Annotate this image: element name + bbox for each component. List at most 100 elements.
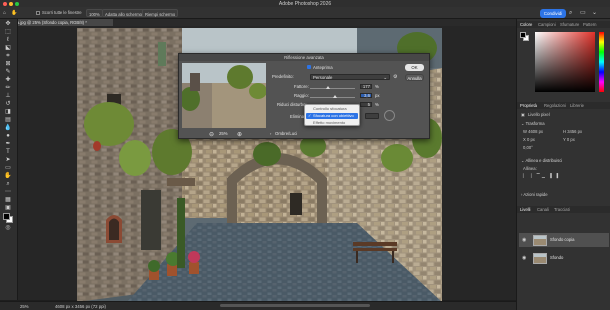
history-brush-icon[interactable]: ↺ xyxy=(3,101,13,108)
edit-toolbar-icon[interactable]: ▦ xyxy=(3,197,13,204)
fit-screen-button[interactable]: Adatta allo schermo xyxy=(102,9,146,17)
gradient-tool-icon[interactable]: ▤ xyxy=(3,117,13,124)
layer-row[interactable]: ◉ Sfondo xyxy=(519,251,609,265)
zoom-in-icon[interactable]: ⊕ xyxy=(237,131,242,138)
chevron-down-icon: ⌄ xyxy=(383,74,387,80)
preview-checkbox[interactable] xyxy=(307,65,311,69)
zoom-100-button[interactable]: 100% xyxy=(86,9,103,17)
tab-properties[interactable]: Proprietà xyxy=(520,103,537,108)
object-selection-tool-icon[interactable]: ⬕ xyxy=(3,45,13,52)
chevron-down-icon[interactable]: ⌄ xyxy=(592,9,597,18)
color-picker-field[interactable] xyxy=(535,32,595,92)
angle-field[interactable] xyxy=(365,113,379,119)
reduce-noise-value[interactable]: 5 xyxy=(360,101,372,107)
angle-dial[interactable] xyxy=(384,110,395,121)
crop-tool-icon[interactable]: ⌗ xyxy=(3,53,13,60)
tools-panel: ✥ ⬚ ℓ ⬕ ⌗ ⊠ ✎ ✚ ✏ ⊥ ↺ ◨ ▤ 💧 ● ✒ T ➤ ▭ ✋ … xyxy=(0,19,18,300)
amount-slider-thumb[interactable] xyxy=(326,86,330,89)
fg-color-chip[interactable] xyxy=(520,32,526,38)
amount-label: Fattore: xyxy=(294,84,309,89)
marquee-tool-icon[interactable]: ⬚ xyxy=(3,29,13,36)
option-gaussian-blur[interactable]: Controllo sfocatura xyxy=(306,106,358,112)
path-selection-tool-icon[interactable]: ➤ xyxy=(3,157,13,164)
horizontal-scrollbar[interactable] xyxy=(220,304,370,307)
pixel-layer-label: Livello pixel xyxy=(528,112,550,117)
layer-row[interactable]: ◉ Sfondo copia xyxy=(519,233,609,247)
preset-gear-icon[interactable]: ⚙ xyxy=(393,74,397,80)
option-lens-blur-label: Sfocatura con obiettivo xyxy=(313,113,354,118)
ok-button[interactable]: OK xyxy=(405,64,424,71)
zoom-out-icon[interactable]: ⊖ xyxy=(209,131,214,138)
healing-tool-icon[interactable]: ✚ xyxy=(3,77,13,84)
title-bar: Adobe Photoshop 2026 xyxy=(0,0,610,7)
shadows-highlights-label[interactable]: Ombre/Luci xyxy=(275,131,297,136)
shape-tool-icon[interactable]: ▭ xyxy=(3,165,13,172)
share-button[interactable]: Condividi xyxy=(540,9,566,18)
hue-slider[interactable] xyxy=(599,32,604,92)
screen-mode-icon[interactable]: ▣ xyxy=(3,205,13,212)
transform-height[interactable]: H 3456 px xyxy=(563,129,582,134)
search-icon[interactable]: ⌕ xyxy=(569,9,572,18)
transform-angle[interactable]: 0,00° xyxy=(523,145,533,150)
transform-y[interactable]: Y 0 px xyxy=(563,137,575,142)
zoom-level[interactable]: 25% xyxy=(20,304,29,309)
transform-x[interactable]: X 0 px xyxy=(523,137,535,142)
radius-unit: px xyxy=(375,93,380,98)
home-icon[interactable]: ⌂ xyxy=(3,10,6,16)
tab-layers[interactable]: Livelli xyxy=(520,207,530,212)
layer-thumbnail xyxy=(533,252,547,264)
hand-tool-icon[interactable]: ✋ xyxy=(11,10,17,16)
quick-mask-icon[interactable]: ◎ xyxy=(3,225,13,232)
align-buttons[interactable]: ▏▕ ▔▁ ▌▐ xyxy=(523,173,560,178)
cancel-button[interactable]: Annulla xyxy=(405,74,424,81)
tab-paths[interactable]: Tracciati xyxy=(554,207,570,212)
stamp-tool-icon[interactable]: ⊥ xyxy=(3,93,13,100)
option-motion-blur[interactable]: Effetto movimento xyxy=(306,120,358,126)
dodge-tool-icon[interactable]: ● xyxy=(3,133,13,140)
layer-name: Sfondo xyxy=(550,255,564,260)
transform-label: Trasforma xyxy=(525,121,545,126)
lasso-tool-icon[interactable]: ℓ xyxy=(3,37,13,44)
document-info[interactable]: 4608 px x 3456 px (72 ppi) xyxy=(55,304,106,309)
transform-width[interactable]: W 4608 px xyxy=(523,129,543,134)
tab-gradients[interactable]: Sfumature xyxy=(560,22,579,27)
frame-tool-icon[interactable]: ⊠ xyxy=(3,61,13,68)
hand-tool-icon-2[interactable]: ✋ xyxy=(3,173,13,180)
more-tools-icon[interactable]: ⋯ xyxy=(3,189,13,196)
workspace-icon[interactable]: ▭ xyxy=(580,9,586,18)
eye-icon[interactable]: ◉ xyxy=(522,255,526,261)
transform-header[interactable]: ⌄ Trasforma xyxy=(521,121,545,126)
blur-tool-icon[interactable]: 💧 xyxy=(3,125,13,132)
radius-slider-thumb[interactable] xyxy=(332,95,337,98)
move-tool-icon[interactable]: ✥ xyxy=(3,21,13,28)
option-lens-blur[interactable]: ✓ Sfocatura con obiettivo xyxy=(306,113,358,119)
properties-panel-tabs: Proprietà Regolazioni Librerie xyxy=(517,102,610,109)
type-tool-icon[interactable]: T xyxy=(3,149,13,156)
chevron-right-icon[interactable]: › xyxy=(270,131,271,136)
amount-value[interactable]: 177 xyxy=(360,83,372,89)
tab-swatches[interactable]: Campioni xyxy=(538,22,556,27)
quick-actions-header[interactable]: › Azioni rapide xyxy=(521,192,548,197)
layer-name: Sfondo copia xyxy=(550,237,575,242)
brush-tool-icon[interactable]: ✏ xyxy=(3,85,13,92)
amount-slider-track[interactable] xyxy=(310,88,355,89)
preset-select[interactable]: Personale ⌄ xyxy=(310,73,390,80)
scroll-all-windows-checkbox[interactable] xyxy=(36,10,40,15)
eraser-tool-icon[interactable]: ◨ xyxy=(3,109,13,116)
document-tab-label: Bfonza.jpg @ 25% (Sfondo copia, RGB/8) * xyxy=(6,20,87,26)
pen-tool-icon[interactable]: ✒ xyxy=(3,141,13,148)
eye-icon[interactable]: ◉ xyxy=(522,237,526,243)
align-header[interactable]: ⌄ Allinea e distribuisci xyxy=(521,158,562,163)
tab-adjustments[interactable]: Regolazioni xyxy=(544,103,566,108)
fill-screen-button[interactable]: Riempi schermo xyxy=(142,9,179,17)
eyedropper-tool-icon[interactable]: ✎ xyxy=(3,69,13,76)
preview-label: Anteprima xyxy=(313,64,333,70)
radius-value[interactable]: 3,6 xyxy=(360,92,372,98)
tab-libraries[interactable]: Librerie xyxy=(570,103,584,108)
tab-patterns[interactable]: Pattern xyxy=(583,22,597,27)
foreground-color-swatch[interactable] xyxy=(3,213,10,220)
zoom-tool-icon[interactable]: ⌕ xyxy=(3,181,13,188)
dialog-preview[interactable] xyxy=(182,63,266,128)
tab-color[interactable]: Colore xyxy=(520,22,532,27)
tab-channels[interactable]: Canali xyxy=(537,207,549,212)
